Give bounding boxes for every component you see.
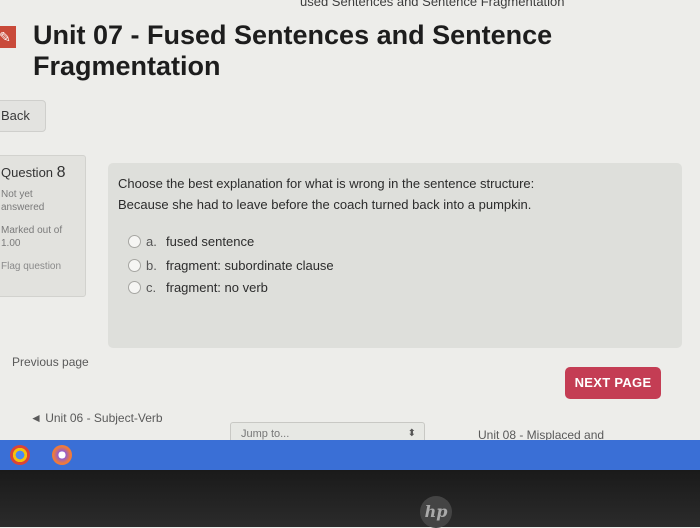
unit-icon: ✎ — [0, 26, 16, 48]
answer-text: fragment: no verb — [166, 279, 268, 295]
next-page-button[interactable]: NEXT PAGE — [565, 367, 661, 399]
answer-option-a[interactable]: a. fused sentence — [128, 231, 254, 251]
breadcrumb: used Sentences and Sentence Fragmentatio… — [300, 0, 565, 9]
radio-button[interactable] — [128, 280, 141, 294]
app-icon[interactable] — [52, 445, 72, 465]
question-card: Choose the best explanation for what is … — [108, 163, 682, 348]
taskbar — [0, 440, 700, 470]
question-mark: Marked out of 1.00 — [1, 225, 63, 249]
question-number-value: 8 — [56, 164, 66, 181]
hp-logo-icon: hp — [420, 496, 452, 528]
answer-letter: b. — [146, 257, 157, 273]
question-instruction: Choose the best explanation for what is … — [118, 176, 535, 191]
radio-button[interactable] — [128, 258, 141, 272]
jump-to-label: Jump to... — [241, 428, 290, 440]
answer-option-b[interactable]: b. fragment: subordinate clause — [128, 255, 334, 275]
question-label: Question — [1, 165, 54, 180]
answer-text: fragment: subordinate clause — [166, 257, 334, 273]
answer-letter: c. — [146, 279, 157, 295]
question-number: Question 8 — [1, 164, 66, 182]
answer-text: fused sentence — [166, 233, 255, 249]
back-button[interactable]: Back — [0, 100, 46, 132]
laptop-bezel — [0, 470, 700, 527]
answer-option-c[interactable]: c. fragment: no verb — [128, 277, 268, 297]
previous-page-button[interactable]: Previous page — [12, 355, 89, 369]
question-status: Not yet answered — [1, 189, 45, 213]
question-prompt: Choose the best explanation for what is … — [118, 173, 658, 215]
previous-unit-link[interactable]: ◄ Unit 06 - Subject-Verb — [30, 411, 163, 425]
answer-letter: a. — [146, 233, 157, 249]
chrome-icon[interactable] — [10, 445, 30, 465]
page-title: Unit 07 - Fused Sentences and Sentence F… — [33, 20, 553, 81]
flag-question-link[interactable]: Flag question — [1, 260, 71, 273]
radio-button[interactable] — [128, 234, 141, 248]
question-info-panel: Question 8 Not yet answered Marked out o… — [0, 155, 86, 297]
question-sentence: Because she had to leave before the coac… — [118, 197, 532, 212]
